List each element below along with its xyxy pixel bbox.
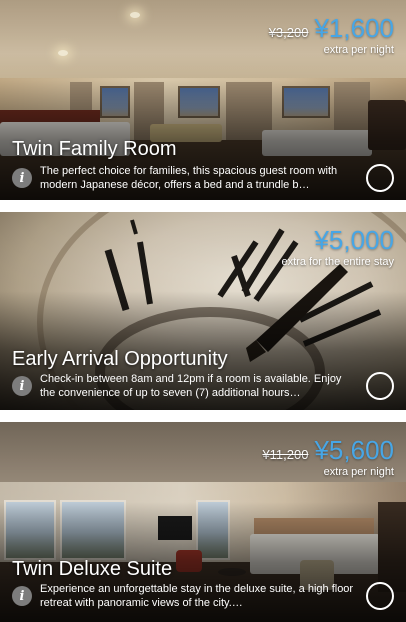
offer-description: Experience an unforgettable stay in the … xyxy=(40,583,354,609)
price-note: extra per night xyxy=(323,466,394,478)
offer-card-twin-family-room[interactable]: ¥3,200 ¥1,600 extra per night Twin Famil… xyxy=(0,0,406,200)
offer-description-row: i The perfect choice for families, this … xyxy=(12,164,394,192)
price-block: ¥11,200 ¥5,600 extra per night xyxy=(262,436,394,478)
select-circle-icon[interactable] xyxy=(366,582,394,610)
select-circle-icon[interactable] xyxy=(366,372,394,400)
offer-title: Twin Family Room xyxy=(12,138,177,160)
price-block: ¥3,200 ¥1,600 extra per night xyxy=(269,14,394,56)
original-price: ¥11,200 xyxy=(262,447,309,462)
info-icon[interactable]: i xyxy=(12,168,32,188)
offer-title: Twin Deluxe Suite xyxy=(12,558,173,580)
info-icon[interactable]: i xyxy=(12,586,32,606)
offer-price: ¥1,600 xyxy=(314,13,394,43)
offer-description-row: i Experience an unforgettable stay in th… xyxy=(12,582,394,610)
price-block: ¥5,000 extra for the entire stay xyxy=(282,226,395,268)
price-note: extra for the entire stay xyxy=(281,256,395,268)
offer-price: ¥5,000 xyxy=(314,225,394,255)
offer-description: The perfect choice for families, this sp… xyxy=(40,165,338,191)
original-price: ¥3,200 xyxy=(268,25,309,40)
offer-description: Check-in between 8am and 12pm if a room … xyxy=(40,373,342,399)
select-circle-icon[interactable] xyxy=(366,164,394,192)
price-note: extra per night xyxy=(323,44,394,56)
offer-list: ¥3,200 ¥1,600 extra per night Twin Famil… xyxy=(0,0,406,622)
offer-card-twin-deluxe-suite[interactable]: ¥11,200 ¥5,600 extra per night Twin Delu… xyxy=(0,422,406,622)
offer-price: ¥5,600 xyxy=(314,435,394,465)
offer-description-row: i Check-in between 8am and 12pm if a roo… xyxy=(12,372,394,400)
offer-card-early-arrival[interactable]: ¥5,000 extra for the entire stay Early A… xyxy=(0,212,406,410)
offer-title: Early Arrival Opportunity xyxy=(12,348,228,370)
info-icon[interactable]: i xyxy=(12,376,32,396)
